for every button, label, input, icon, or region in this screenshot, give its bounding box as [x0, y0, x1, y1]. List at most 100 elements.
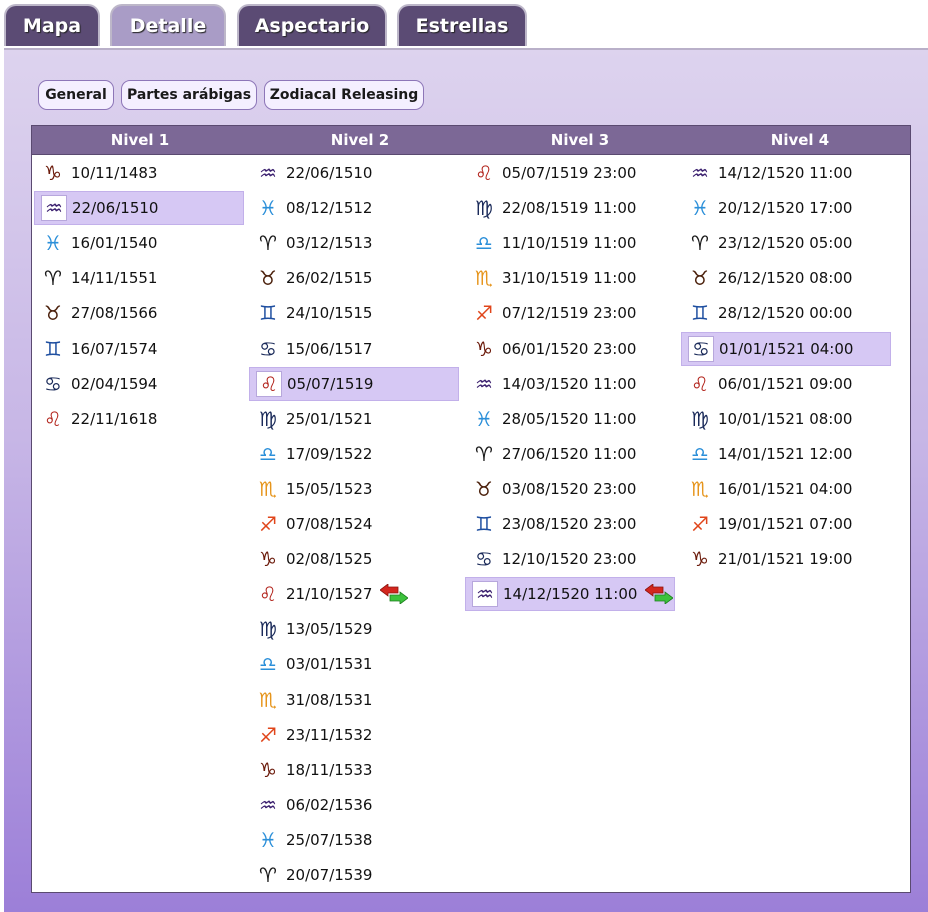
nivel-1-row[interactable]: ♓ 16/01/1540: [34, 226, 244, 260]
nivel-2-row[interactable]: ♑ 02/08/1525: [249, 542, 459, 576]
tab-aspectario[interactable]: Aspectario: [237, 4, 387, 46]
nivel-1-row[interactable]: ♒ 22/06/1510: [34, 191, 244, 226]
nivel-4-row[interactable]: ♏ 16/01/1521 04:00: [681, 472, 891, 506]
nivel-2-row[interactable]: ♋ 15/06/1517: [249, 332, 459, 366]
sagittarius-icon: ♐: [259, 722, 277, 747]
gemini-icon: ♊: [259, 301, 277, 326]
nivel-1-row[interactable]: ♉ 27/08/1566: [34, 296, 244, 330]
nivel-2-row[interactable]: ♈ 03/12/1513: [249, 226, 459, 260]
nivel-1-row[interactable]: ♌ 22/11/1618: [34, 402, 244, 436]
period-date: 28/05/1520 11:00: [502, 409, 637, 428]
period-date: 13/05/1529: [286, 620, 373, 639]
nivel-2-row[interactable]: ♍ 13/05/1529: [249, 612, 459, 646]
nivel-4-row[interactable]: ♍ 10/01/1521 08:00: [681, 402, 891, 436]
nivel-4-row[interactable]: ♑ 21/01/1521 19:00: [681, 542, 891, 576]
period-date: 19/01/1521 07:00: [718, 515, 853, 533]
cancer-icon: ♋: [688, 335, 714, 362]
nivel-4-row[interactable]: ♒ 14/12/1520 11:00: [681, 156, 891, 190]
libra-icon: ♎: [691, 441, 709, 466]
nivel-4-row[interactable]: ♎ 14/01/1521 12:00: [681, 437, 891, 471]
nivel-1-row[interactable]: ♈ 14/11/1551: [34, 261, 244, 295]
nivel-4-row[interactable]: ♐ 19/01/1521 07:00: [681, 507, 891, 541]
nivel-1-row[interactable]: ♑ 10/11/1483: [34, 156, 244, 190]
nivel-2-row[interactable]: ♌ 21/10/1527: [249, 577, 459, 611]
nivel-2-row[interactable]: ♏ 31/08/1531: [249, 683, 459, 717]
nivel-4-row[interactable]: ♊ 28/12/1520 00:00: [681, 296, 891, 330]
leo-icon: ♌: [475, 161, 493, 185]
nivel-3-row[interactable]: ♈ 27/06/1520 11:00: [465, 437, 675, 471]
tab-mapa[interactable]: Mapa: [4, 4, 100, 46]
period-date: 03/12/1513: [286, 234, 373, 253]
nivel-4-row[interactable]: ♓ 20/12/1520 17:00: [681, 191, 891, 225]
nivel-2-row[interactable]: ♎ 03/01/1531: [249, 647, 459, 681]
nivel-2-row[interactable]: ♊ 24/10/1515: [249, 296, 459, 330]
nivel-3-row[interactable]: ♎ 11/10/1519 11:00: [465, 226, 675, 260]
nivel-3-row[interactable]: ♍ 22/08/1519 11:00: [465, 191, 675, 225]
period-date: 16/01/1540: [71, 234, 158, 253]
period-date: 15/06/1517: [286, 339, 373, 358]
nivel-2-row[interactable]: ♌ 05/07/1519: [249, 366, 459, 401]
period-date: 06/01/1521 09:00: [718, 374, 853, 393]
loosing-of-bond-icon: [644, 583, 675, 605]
period-date: 14/01/1521 12:00: [718, 444, 853, 463]
nivel-3-row[interactable]: ♒ 14/12/1520 11:00: [465, 577, 675, 612]
nivel-2-row[interactable]: ♈ 20/07/1539: [249, 858, 459, 892]
taurus-icon: ♉: [475, 476, 493, 501]
nivel-2-row[interactable]: ♐ 07/08/1524: [249, 507, 459, 541]
nivel-4-row[interactable]: ♋ 01/01/1521 04:00: [681, 331, 891, 366]
capricorn-icon: ♑: [259, 757, 277, 782]
period-date: 05/07/1519: [287, 374, 374, 393]
nivel-3-row[interactable]: ♌ 05/07/1519 23:00: [465, 156, 675, 190]
nivel-3-row[interactable]: ♊ 23/08/1520 23:00: [465, 507, 675, 541]
general-button[interactable]: General: [38, 80, 114, 110]
taurus-icon: ♉: [259, 266, 277, 291]
aries-icon: ♈: [691, 231, 709, 256]
capricorn-icon: ♑: [475, 336, 493, 361]
tab-detalle[interactable]: Detalle: [110, 4, 226, 46]
nivel-2-row[interactable]: ♒ 06/02/1536: [249, 788, 459, 822]
nivel-2-row[interactable]: ♍ 25/01/1521: [249, 402, 459, 436]
period-date: 20/07/1539: [286, 866, 373, 884]
nivel-2-row[interactable]: ♓ 08/12/1512: [249, 191, 459, 225]
period-date: 02/08/1525: [286, 550, 373, 569]
nivel-3-row[interactable]: ♏ 31/10/1519 11:00: [465, 261, 675, 295]
libra-icon: ♎: [259, 652, 277, 677]
nivel-2-row[interactable]: ♓ 25/07/1538: [249, 823, 459, 857]
period-date: 24/10/1515: [286, 304, 373, 323]
nivel-4-row[interactable]: ♌ 06/01/1521 09:00: [681, 367, 891, 401]
period-date: 22/11/1618: [71, 409, 158, 428]
nivel-3-row[interactable]: ♐ 07/12/1519 23:00: [465, 296, 675, 330]
period-date: 31/10/1519 11:00: [502, 269, 637, 288]
nivel-2-row[interactable]: ♑ 18/11/1533: [249, 753, 459, 787]
pisces-icon: ♓: [44, 231, 62, 256]
virgo-icon: ♍: [691, 406, 709, 431]
tab-estrellas[interactable]: Estrellas: [397, 4, 527, 46]
period-date: 28/12/1520 00:00: [718, 304, 853, 323]
period-date: 27/06/1520 11:00: [502, 444, 637, 463]
nivel-3-row[interactable]: ♓ 28/05/1520 11:00: [465, 402, 675, 436]
nivel-4-row[interactable]: ♉ 26/12/1520 08:00: [681, 261, 891, 295]
period-date: 27/08/1566: [71, 304, 158, 323]
aries-icon: ♈: [259, 863, 277, 887]
scorpio-icon: ♏: [475, 266, 493, 291]
nivel-1-row[interactable]: ♊ 16/07/1574: [34, 332, 244, 366]
gemini-icon: ♊: [44, 336, 62, 361]
partes-arabigas-button[interactable]: Partes arábigas: [121, 80, 257, 110]
nivel-2-row[interactable]: ♏ 15/05/1523: [249, 472, 459, 506]
period-date: 20/12/1520 17:00: [718, 199, 853, 218]
nivel-3-row[interactable]: ♒ 14/03/1520 11:00: [465, 367, 675, 401]
nivel-1-row[interactable]: ♋ 02/04/1594: [34, 367, 244, 401]
period-date: 03/08/1520 23:00: [502, 479, 637, 498]
period-date: 02/04/1594: [71, 374, 158, 393]
aquarius-icon: ♒: [691, 161, 709, 185]
nivel-2-row[interactable]: ♒ 22/06/1510: [249, 156, 459, 190]
zodiacal-releasing-button[interactable]: Zodiacal Releasing: [264, 80, 424, 110]
nivel-3-row[interactable]: ♉ 03/08/1520 23:00: [465, 472, 675, 506]
nivel-2-row[interactable]: ♎ 17/09/1522: [249, 437, 459, 471]
nivel-3-row[interactable]: ♋ 12/10/1520 23:00: [465, 542, 675, 576]
nivel-3-row[interactable]: ♑ 06/01/1520 23:00: [465, 332, 675, 366]
nivel-2-row[interactable]: ♉ 26/02/1515: [249, 261, 459, 295]
nivel-4-row[interactable]: ♈ 23/12/1520 05:00: [681, 226, 891, 260]
nivel-2-row[interactable]: ♐ 23/11/1532: [249, 718, 459, 752]
sagittarius-icon: ♐: [475, 301, 493, 326]
